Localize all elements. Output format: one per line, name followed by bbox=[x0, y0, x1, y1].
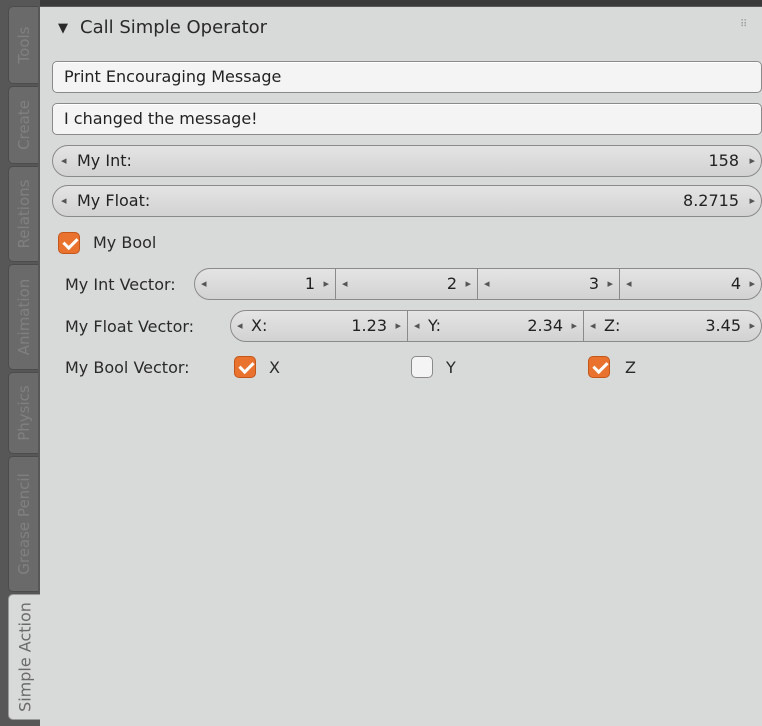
bool-vector-z-label: Z bbox=[625, 358, 636, 377]
tab-animation-label: Animation bbox=[14, 278, 33, 356]
decrement-arrow-icon[interactable]: ◂ bbox=[590, 311, 596, 341]
my-int-field[interactable]: ◂ My Int: 158 ▸ bbox=[52, 145, 762, 177]
int-vector-field[interactable]: ◂ 1 ▸ ◂ 2 ▸ ◂ 3 ▸ ◂ 4 ▸ bbox=[194, 268, 762, 300]
tab-grease-pencil[interactable]: Grease Pencil bbox=[8, 456, 38, 592]
tab-relations-label: Relations bbox=[14, 179, 33, 249]
print-encouraging-message-button[interactable]: Print Encouraging Message bbox=[52, 61, 762, 93]
decrement-arrow-icon[interactable]: ◂ bbox=[414, 311, 420, 341]
bool-vector-y-label: Y bbox=[446, 358, 456, 377]
bool-vector-y-checkbox[interactable] bbox=[411, 356, 433, 378]
float-vector-x-value: 1.23 bbox=[351, 316, 387, 335]
float-vector-component-z[interactable]: ◂ Z: 3.45 ▸ bbox=[583, 311, 761, 341]
my-bool-checkbox[interactable] bbox=[58, 232, 80, 254]
float-vector-x-label: X: bbox=[251, 316, 268, 335]
tab-physics-label: Physics bbox=[14, 385, 33, 441]
my-bool-label: My Bool bbox=[93, 233, 157, 252]
tab-relations[interactable]: Relations bbox=[8, 166, 38, 262]
bool-vector-x-checkbox[interactable] bbox=[234, 356, 256, 378]
bool-vector-z-checkbox[interactable] bbox=[588, 356, 610, 378]
float-vector-component-x[interactable]: ◂ X: 1.23 ▸ bbox=[231, 311, 407, 341]
increment-arrow-icon[interactable]: ▸ bbox=[571, 311, 577, 341]
increment-arrow-icon[interactable]: ▸ bbox=[749, 269, 755, 299]
float-vector-z-label: Z: bbox=[604, 316, 621, 335]
decrement-arrow-icon[interactable]: ◂ bbox=[484, 269, 490, 299]
int-vector-value: 1 bbox=[304, 274, 315, 293]
my-float-field[interactable]: ◂ My Float: 8.2715 ▸ bbox=[52, 185, 762, 217]
decrement-arrow-icon[interactable]: ◂ bbox=[61, 146, 67, 176]
increment-arrow-icon[interactable]: ▸ bbox=[395, 311, 401, 341]
int-vector-component[interactable]: ◂ 1 ▸ bbox=[195, 269, 335, 299]
float-vector-y-label: Y: bbox=[428, 316, 442, 335]
float-vector-z-value: 3.45 bbox=[705, 316, 741, 335]
int-vector-value: 2 bbox=[446, 274, 457, 293]
increment-arrow-icon[interactable]: ▸ bbox=[749, 186, 755, 216]
decrement-arrow-icon[interactable]: ◂ bbox=[626, 269, 632, 299]
tab-physics[interactable]: Physics bbox=[8, 372, 38, 454]
int-vector-component[interactable]: ◂ 4 ▸ bbox=[619, 269, 761, 299]
increment-arrow-icon[interactable]: ▸ bbox=[749, 311, 755, 341]
collapse-triangle-icon[interactable]: ▼ bbox=[58, 21, 68, 36]
float-vector-y-value: 2.34 bbox=[527, 316, 563, 335]
tab-simple-action[interactable]: Simple Action bbox=[8, 594, 41, 720]
float-vector-label: My Float Vector: bbox=[65, 317, 195, 336]
decrement-arrow-icon[interactable]: ◂ bbox=[237, 311, 243, 341]
int-vector-component[interactable]: ◂ 2 ▸ bbox=[335, 269, 477, 299]
my-int-label: My Int: bbox=[77, 151, 132, 170]
message-text-field[interactable]: I changed the message! bbox=[52, 103, 762, 135]
my-int-value: 158 bbox=[708, 151, 739, 170]
drag-grip-icon[interactable]: ⠿ bbox=[740, 20, 748, 30]
tab-simple-action-label: Simple Action bbox=[15, 602, 35, 712]
tab-tools-label: Tools bbox=[14, 26, 33, 64]
bool-vector-label: My Bool Vector: bbox=[65, 358, 190, 377]
panel-title: Call Simple Operator bbox=[80, 17, 268, 38]
decrement-arrow-icon[interactable]: ◂ bbox=[201, 269, 207, 299]
increment-arrow-icon[interactable]: ▸ bbox=[749, 146, 755, 176]
int-vector-value: 3 bbox=[588, 274, 599, 293]
tab-grease-pencil-label: Grease Pencil bbox=[14, 473, 33, 575]
panel-header[interactable]: ▼ Call Simple Operator ⠿ bbox=[40, 7, 762, 51]
increment-arrow-icon[interactable]: ▸ bbox=[607, 269, 613, 299]
decrement-arrow-icon[interactable]: ◂ bbox=[61, 186, 67, 216]
properties-panel: ▼ Call Simple Operator ⠿ Print Encouragi… bbox=[40, 6, 762, 726]
my-float-value: 8.2715 bbox=[683, 191, 739, 210]
tool-shelf-tabs: Tools Create Relations Animation Physics… bbox=[0, 0, 41, 726]
int-vector-label: My Int Vector: bbox=[65, 275, 176, 294]
tab-animation[interactable]: Animation bbox=[8, 264, 38, 370]
int-vector-component[interactable]: ◂ 3 ▸ bbox=[477, 269, 619, 299]
tab-create-label: Create bbox=[14, 100, 33, 150]
my-float-label: My Float: bbox=[77, 191, 151, 210]
increment-arrow-icon[interactable]: ▸ bbox=[465, 269, 471, 299]
int-vector-value: 4 bbox=[730, 274, 741, 293]
bool-vector-x-label: X bbox=[269, 358, 280, 377]
tab-tools[interactable]: Tools bbox=[8, 6, 38, 84]
tab-create[interactable]: Create bbox=[8, 86, 38, 164]
increment-arrow-icon[interactable]: ▸ bbox=[323, 269, 329, 299]
decrement-arrow-icon[interactable]: ◂ bbox=[342, 269, 348, 299]
float-vector-component-y[interactable]: ◂ Y: 2.34 ▸ bbox=[407, 311, 583, 341]
float-vector-field[interactable]: ◂ X: 1.23 ▸ ◂ Y: 2.34 ▸ ◂ Z: 3.45 ▸ bbox=[230, 310, 762, 342]
